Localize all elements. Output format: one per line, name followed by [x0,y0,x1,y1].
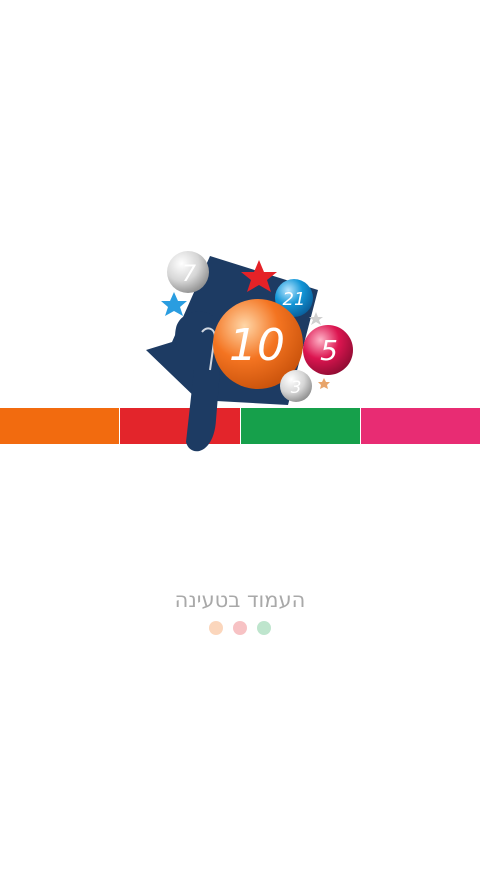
loading-dots [0,621,480,635]
ball-7: 7 [167,251,209,293]
ball-number: 10 [229,320,285,371]
blue-star-icon [161,292,187,316]
tiny-star-icon [318,378,330,389]
loading-dot-2 [233,621,247,635]
ball-number: 5 [320,334,338,367]
ball-number: 3 [291,378,302,398]
ball-5: 5 [303,325,353,375]
ball-3: 3 [280,370,312,402]
loading-dot-3 [257,621,271,635]
ball-number: 7 [182,262,196,287]
color-stripe-1 [0,408,120,444]
loading-message: העמוד בטעינה [174,588,306,612]
loading-dot-1 [209,621,223,635]
lotto-logo: 7 21 10 5 3 [146,251,353,452]
ball-number: 21 [283,289,306,310]
color-stripe-4 [359,408,480,444]
